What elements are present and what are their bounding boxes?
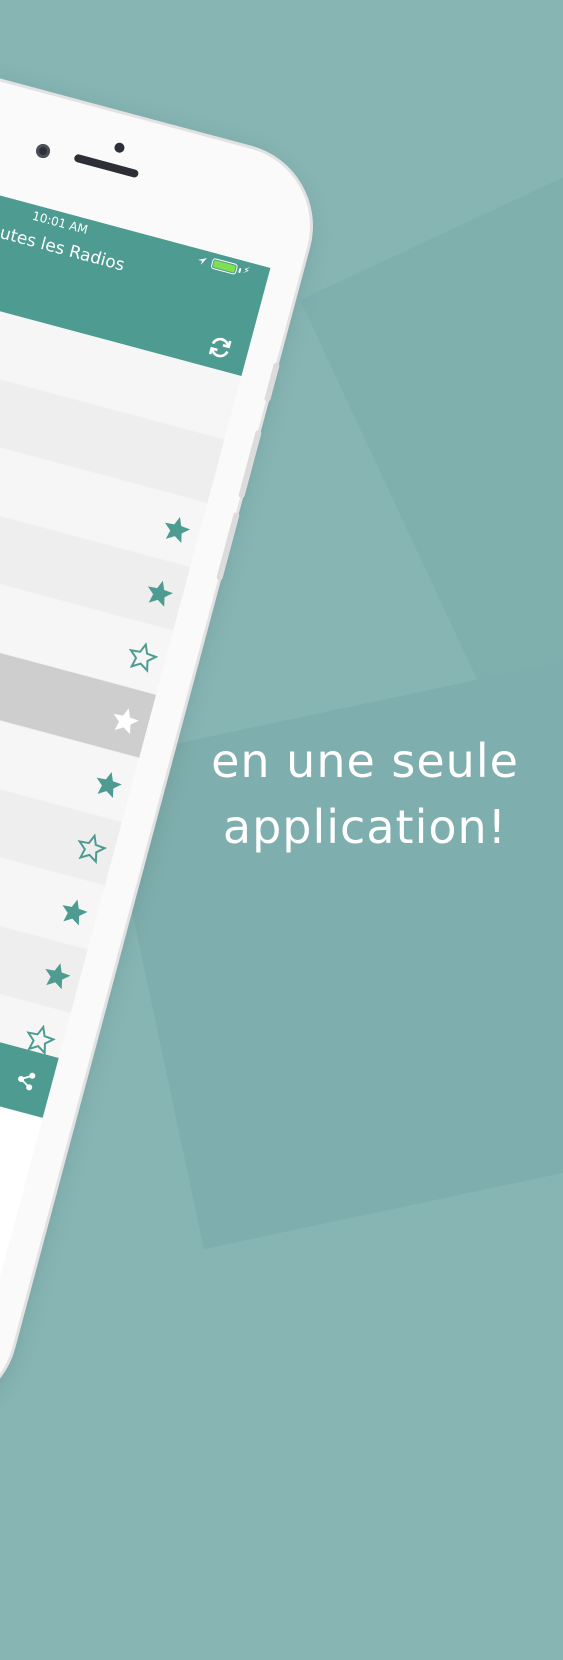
proximity-sensor — [113, 141, 126, 154]
mute-switch — [263, 362, 281, 403]
star-outline-icon[interactable] — [124, 639, 161, 676]
tagline-line-2: application! — [222, 800, 508, 854]
volume-up-button — [238, 429, 262, 499]
station-list — [0, 264, 242, 1078]
volume-down-button — [216, 511, 240, 581]
star-filled-icon[interactable] — [107, 702, 144, 739]
star-filled-icon[interactable] — [90, 766, 127, 803]
front-camera — [34, 142, 52, 160]
tagline-line-1: en une seule — [211, 734, 519, 788]
tagline: en une seule application! — [170, 728, 560, 860]
star-filled-icon[interactable] — [56, 894, 93, 931]
star-filled-icon[interactable] — [141, 575, 178, 612]
star-outline-icon[interactable] — [73, 830, 110, 867]
star-filled-icon[interactable] — [39, 957, 76, 994]
share-icon[interactable] — [15, 1068, 39, 1092]
star-filled-icon[interactable] — [158, 511, 195, 548]
refresh-icon[interactable] — [205, 333, 234, 362]
earpiece-speaker — [73, 153, 140, 179]
